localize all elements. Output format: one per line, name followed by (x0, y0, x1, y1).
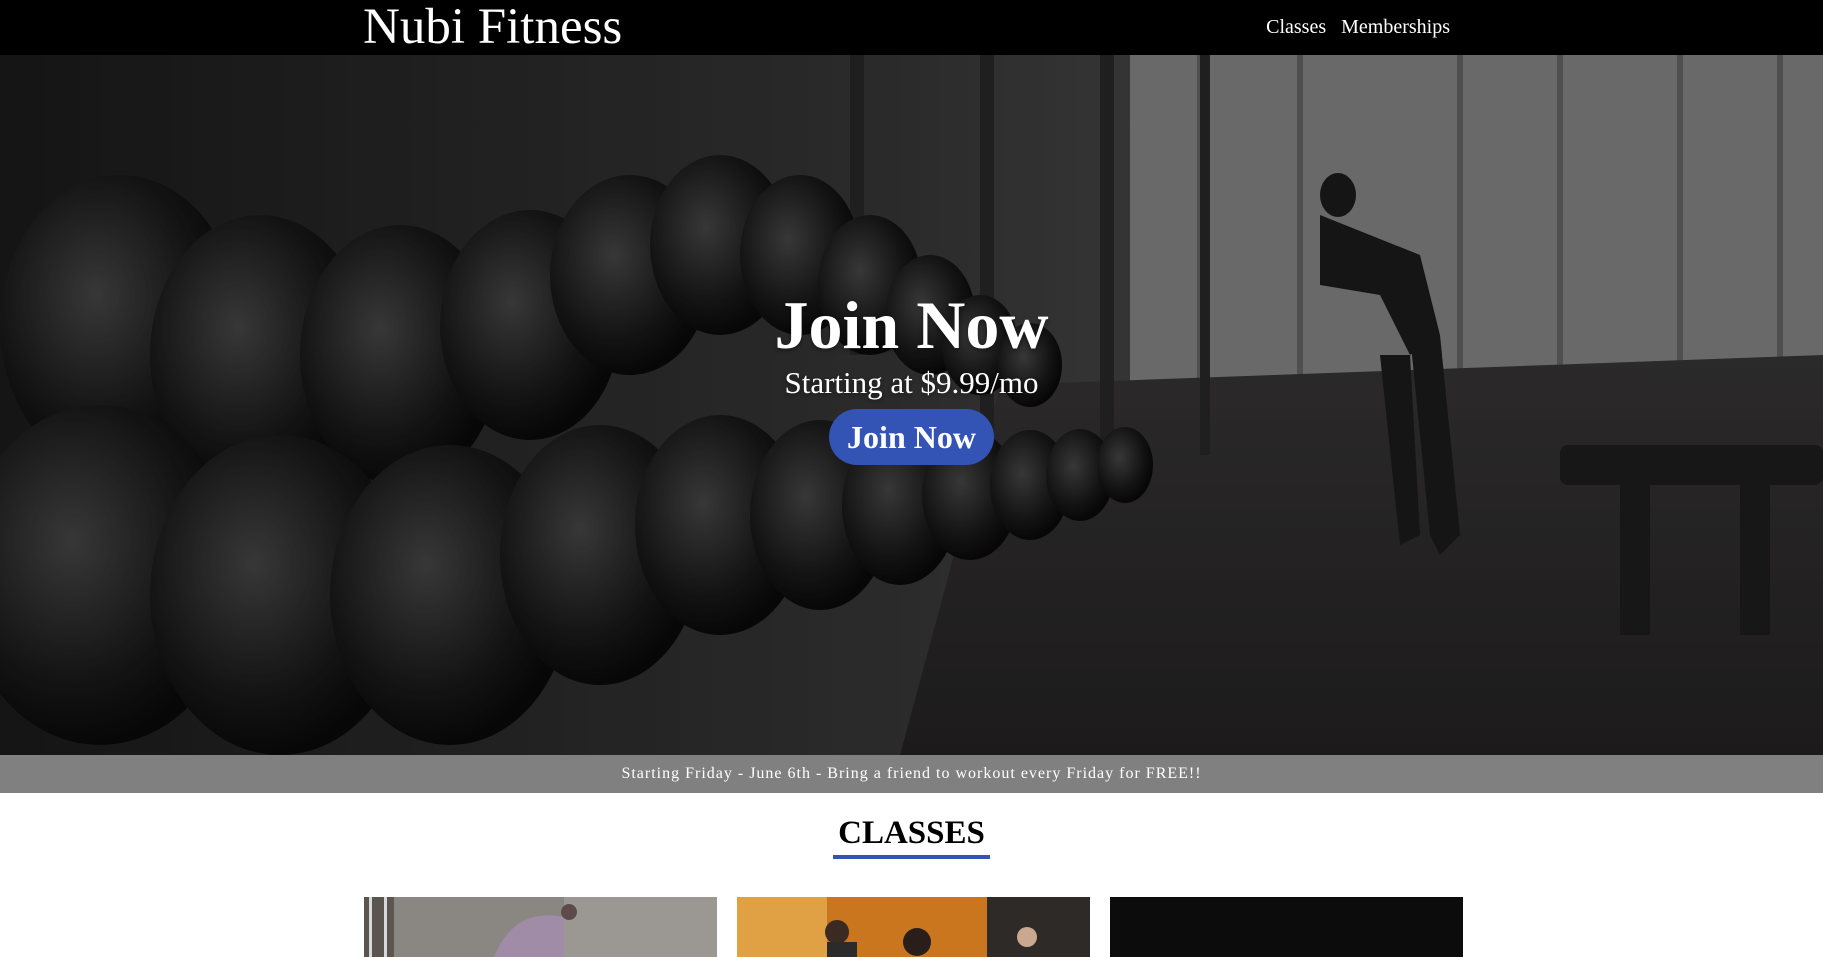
hero-title: Join Now (774, 287, 1049, 363)
classes-heading: CLASSES (833, 813, 990, 859)
class-card-image[interactable] (1110, 897, 1463, 957)
nav-link-memberships[interactable]: Memberships (1341, 16, 1450, 39)
class-card-image[interactable] (737, 897, 1090, 957)
nav-links: Classes Memberships (1266, 0, 1450, 55)
hero-section: Join Now Starting at $9.99/mo Join Now (0, 55, 1823, 755)
section-heading-wrapper: CLASSES (0, 813, 1823, 859)
brand-logo[interactable]: Nubi Fitness (363, 0, 622, 55)
hero-content: Join Now Starting at $9.99/mo Join Now (0, 285, 1823, 465)
classes-section: CLASSES (0, 793, 1823, 957)
hero-subtitle: Starting at $9.99/mo (784, 365, 1039, 400)
join-now-button[interactable]: Join Now (829, 409, 994, 465)
class-photo-group-fitness (737, 897, 1090, 957)
class-card-image[interactable] (364, 897, 717, 957)
class-photo-dark (1110, 897, 1463, 957)
class-photo-stretching (364, 897, 717, 957)
promo-banner: Starting Friday - June 6th - Bring a fri… (0, 755, 1823, 793)
nav-link-classes[interactable]: Classes (1266, 16, 1326, 39)
navbar: Nubi Fitness Classes Memberships (0, 0, 1823, 55)
class-cards (364, 897, 1464, 957)
